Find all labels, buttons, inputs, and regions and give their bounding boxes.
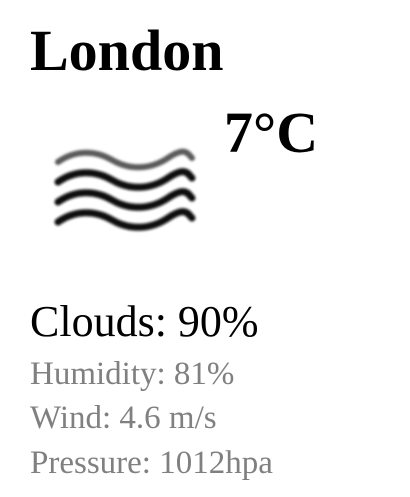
temperature: 7°C	[224, 100, 319, 165]
weather-card: London 7°C Clouds: 90% Humidity: 81% Win…	[0, 0, 410, 497]
pressure-value: Pressure: 1012hpa	[30, 445, 273, 481]
humidity-value: Humidity: 81%	[30, 356, 235, 392]
mist-icon	[50, 140, 200, 240]
clouds-value: Clouds: 90%	[30, 297, 259, 346]
wind-value: Wind: 4.6 m/s	[30, 400, 217, 436]
city-name: London	[30, 18, 224, 83]
